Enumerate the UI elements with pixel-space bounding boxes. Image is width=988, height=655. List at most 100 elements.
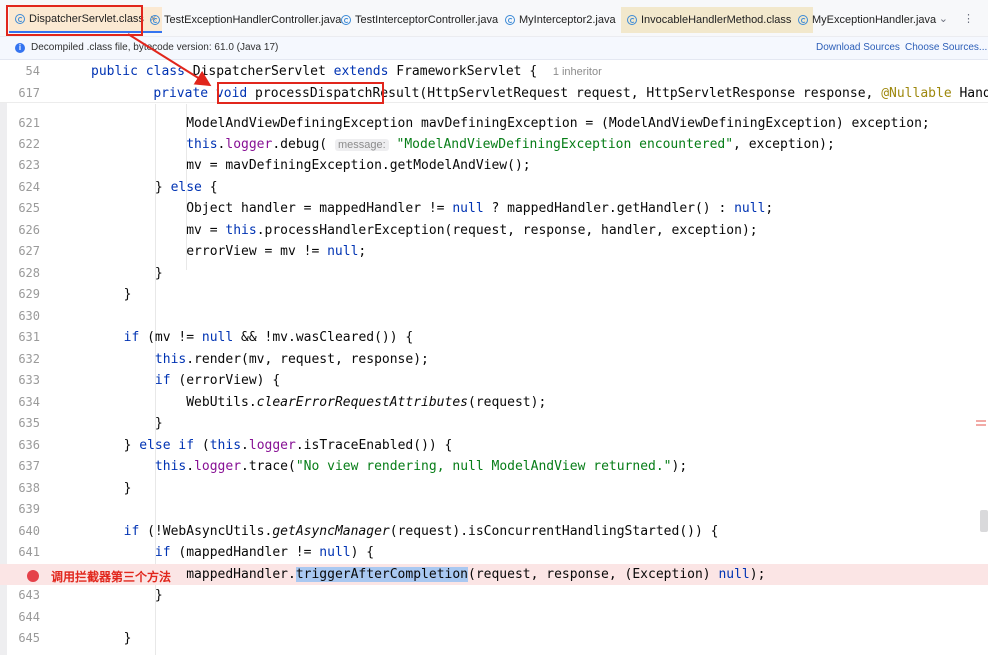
- code-text: if (errorView) {: [154, 373, 281, 388]
- line-number: 645: [18, 631, 40, 645]
- code-line: 636 } else if (this.logger.isTraceEnable…: [0, 435, 988, 456]
- code-line: 625 Object handler = mappedHandler != nu…: [0, 198, 988, 219]
- code-text: mv = this.processHandlerException(reques…: [61, 223, 758, 238]
- tab-testinterceptorcontroller[interactable]: TestInterceptorController.java: [341, 7, 498, 33]
- line-number: 633: [18, 373, 40, 387]
- code-line: 628 }: [0, 263, 988, 284]
- breakpoint-icon[interactable]: [27, 570, 39, 582]
- code-text: this.render(mv, request, response);: [154, 352, 429, 367]
- line-number: 643: [18, 588, 40, 602]
- line-number: 635: [18, 416, 40, 430]
- code-line: 54 public class DispatcherServlet extend…: [0, 61, 988, 82]
- code-line: 627 errorView = mv != null;: [0, 241, 988, 262]
- sticky-scroll-header: 54 public class DispatcherServlet extend…: [0, 60, 988, 103]
- tab-overflow-menu-icon[interactable]: ⌄ ⋮: [939, 12, 980, 25]
- code-text: }: [61, 631, 132, 646]
- line-number: 621: [18, 116, 40, 130]
- parameter-hint: message:: [334, 139, 389, 151]
- inheritor-hint[interactable]: 1 inheritor: [553, 66, 602, 78]
- decompiled-info-banner: i Decompiled .class file, bytecode versi…: [0, 37, 988, 60]
- code-line: 639: [0, 499, 988, 520]
- code-line: 641 if (mappedHandler != null) {: [0, 542, 988, 563]
- code-text: private void processDispatchResult(HttpS…: [153, 86, 988, 101]
- code-text: } else if (this.logger.isTraceEnabled())…: [61, 438, 453, 453]
- line-number: 634: [18, 395, 40, 409]
- code-text: if (!WebAsyncUtils.getAsyncManager(reque…: [123, 524, 719, 539]
- tab-label: TestExceptionHandlerController.java: [164, 14, 342, 26]
- tab-testexceptionhandlercontroller[interactable]: TestExceptionHandlerController.java: [150, 7, 341, 33]
- code-text: ModelAndViewDefiningException mavDefinin…: [61, 116, 930, 131]
- class-file-icon: [627, 15, 637, 25]
- code-line: 640 if (!WebAsyncUtils.getAsyncManager(r…: [0, 521, 988, 542]
- code-text: }: [61, 588, 163, 603]
- code-line: 626 mv = this.processHandlerException(re…: [0, 220, 988, 241]
- editor-tab-bar: DispatcherServlet.class × TestExceptionH…: [0, 0, 988, 37]
- class-file-icon: [341, 15, 351, 25]
- code-line: 644: [0, 607, 988, 628]
- code-text: if (mv != null && !mv.wasCleared()) {: [123, 330, 414, 345]
- line-number: 626: [18, 223, 40, 237]
- code-line: 623 mv = mavDefiningException.getModelAn…: [0, 155, 988, 176]
- info-icon: i: [15, 43, 25, 53]
- line-number: 622: [18, 137, 40, 151]
- line-number: 638: [18, 481, 40, 495]
- code-line: 637 this.logger.trace("No view rendering…: [0, 456, 988, 477]
- line-number: 640: [18, 524, 40, 538]
- code-line: 638 }: [0, 478, 988, 499]
- line-number: 54: [25, 64, 40, 78]
- code-text: }: [61, 416, 163, 431]
- line-number: 623: [18, 158, 40, 172]
- tab-label: InvocableHandlerMethod.class: [641, 14, 792, 26]
- scrollbar-thumb[interactable]: [980, 510, 988, 532]
- code-line: 645 }: [0, 628, 988, 649]
- code-line: 631 if (mv != null && !mv.wasCleared()) …: [0, 327, 988, 348]
- error-stripe-marker: [976, 424, 986, 426]
- code-text: if (mappedHandler != null) {: [154, 545, 375, 560]
- line-number: 629: [18, 287, 40, 301]
- class-file-icon: [798, 15, 808, 25]
- tab-label: DispatcherServlet.class: [29, 13, 144, 25]
- tab-dispatcherservlet[interactable]: DispatcherServlet.class ×: [9, 7, 163, 33]
- code-line: 635 }: [0, 413, 988, 434]
- line-number: 628: [18, 266, 40, 280]
- code-line: 630: [0, 306, 988, 327]
- code-text: this.logger.debug( message: "ModelAndVie…: [186, 137, 835, 152]
- line-number: 636: [18, 438, 40, 452]
- tab-myinterceptor2[interactable]: MyInterceptor2.java: [505, 7, 616, 33]
- line-number: 625: [18, 201, 40, 215]
- code-text: } else {: [61, 180, 218, 195]
- code-text: }: [61, 266, 163, 281]
- code-line: 633 if (errorView) {: [0, 370, 988, 391]
- code-line: 629 }: [0, 284, 988, 305]
- download-sources-link[interactable]: Download Sources: [816, 42, 900, 53]
- annotation-label: 调用拦截器第三个方法: [51, 570, 172, 584]
- code-line: 643 }: [0, 585, 988, 606]
- line-number: 639: [18, 502, 40, 516]
- code-line: 621 ModelAndViewDefiningException mavDef…: [0, 113, 988, 134]
- line-number: 637: [18, 459, 40, 473]
- line-number: 624: [18, 180, 40, 194]
- code-line: 617 private void processDispatchResult(H…: [0, 83, 988, 104]
- line-number: 632: [18, 352, 40, 366]
- code-editor[interactable]: 54 public class DispatcherServlet extend…: [0, 60, 988, 655]
- code-text: this.logger.trace("No view rendering, nu…: [154, 459, 688, 474]
- choose-sources-link[interactable]: Choose Sources...: [905, 42, 987, 53]
- code-text: public class DispatcherServlet extends F…: [91, 64, 602, 79]
- error-stripe-marker: [976, 420, 986, 422]
- tab-myexceptionhandler[interactable]: MyExceptionHandler.java: [798, 7, 936, 33]
- code-text: WebUtils.clearErrorRequestAttributes(req…: [61, 395, 547, 410]
- tab-label: MyInterceptor2.java: [519, 14, 616, 26]
- tab-label: TestInterceptorController.java: [355, 14, 499, 26]
- code-line: 624 } else {: [0, 177, 988, 198]
- line-number: 617: [18, 86, 40, 100]
- tab-invocablehandlermethod[interactable]: InvocableHandlerMethod.class: [621, 7, 814, 33]
- tab-label: MyExceptionHandler.java: [812, 14, 937, 26]
- code-line: 622 this.logger.debug( message: "ModelAn…: [0, 134, 988, 155]
- class-file-icon: [15, 14, 25, 24]
- class-file-icon: [505, 15, 515, 25]
- code-text: Object handler = mappedHandler != null ?…: [61, 201, 774, 216]
- line-number: 627: [18, 244, 40, 258]
- line-number: 630: [18, 309, 40, 323]
- code-text: }: [61, 481, 132, 496]
- code-text: mv = mavDefiningException.getModelAndVie…: [61, 158, 531, 173]
